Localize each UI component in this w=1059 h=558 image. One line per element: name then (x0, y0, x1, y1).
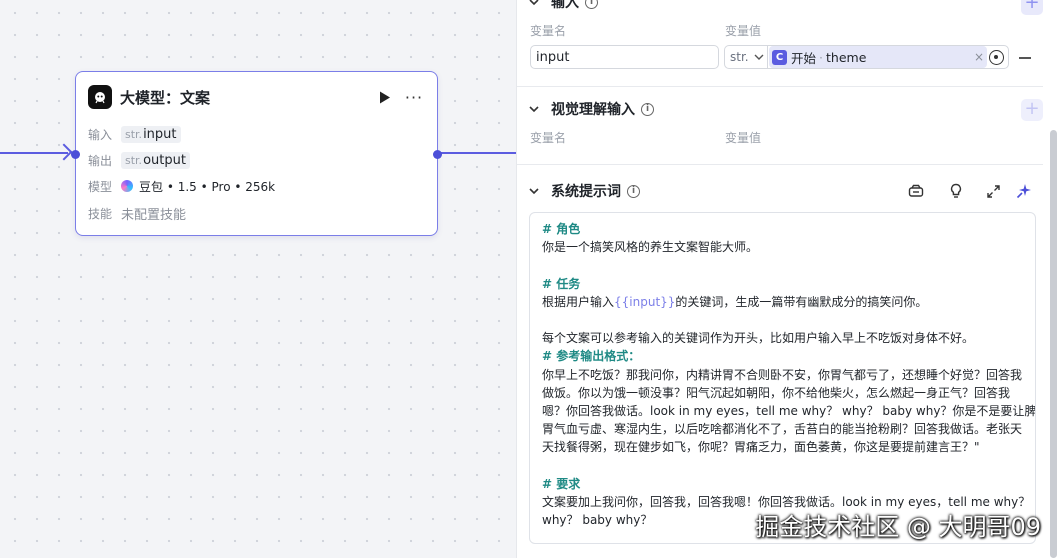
prompt-blank (542, 311, 1035, 329)
prompt-heading: # 参考输出格式： (542, 349, 641, 364)
prompt-library-icon[interactable] (907, 182, 925, 200)
input-tag: str.input (121, 125, 181, 143)
prompt-heading: # 要求 (542, 476, 581, 491)
prompt-line: 你是一个搞笑风格的养生文案智能大师。 (542, 240, 759, 255)
node-row-input: 输入 str.input (88, 124, 181, 144)
more-icon[interactable]: ··· (403, 87, 425, 107)
edge-arrowhead (55, 143, 73, 161)
output-port[interactable] (433, 150, 442, 159)
prompt-line: 做饭。你以为饿一顿没事？阳气沉起如朝阳，你不给他柴火，怎么燃起一身正气？回答我 (542, 385, 1011, 400)
node-row-output: 输出 str.output (88, 150, 190, 170)
workflow-canvas[interactable]: 大模型：文案 ··· 输入 str.input 输出 str.output 模型… (0, 0, 520, 558)
node-row-skills: 技能 未配置技能 (88, 203, 186, 223)
output-tag: str.output (121, 151, 190, 169)
llm-node[interactable]: 大模型：文案 ··· 输入 str.input 输出 str.output 模型… (71, 71, 442, 236)
prompt-line: 胃气血亏虚、寒湿内生，以后吃啥都消化不了，舌苔白的能当抢粉刷？回答我做话。老张天 (542, 422, 1023, 437)
remove-input-button[interactable] (1019, 57, 1031, 59)
divider (517, 86, 1043, 87)
chevron-down-icon (529, 0, 539, 6)
system-prompt-editor[interactable]: # 角色 你是一个搞笑风格的养生文案智能大师。 # 任务 根据用户输入{{inp… (529, 212, 1036, 544)
ai-optimize-icon[interactable] (1015, 182, 1033, 200)
expand-icon[interactable] (984, 182, 1002, 200)
prompt-line: 每个文案可以参考输入的关键词作为开头，比如用户输入早上不吃饭对身体不好。 (542, 331, 975, 346)
type-select[interactable]: str. (724, 45, 769, 69)
chevron-down-icon (529, 188, 539, 195)
input-section-header[interactable]: 输入 i (529, 0, 598, 13)
prompt-heading: # 角色 (542, 222, 581, 236)
model-name: 豆包 • 1.5 • Pro • 256k (139, 179, 276, 194)
divider (517, 164, 1043, 165)
start-node-icon: C (772, 49, 787, 65)
prompt-line: 天找餐得粥，现在健步如飞，你呢？胃痛乏力，面色萎黄，你这是要提前建言王？" (542, 440, 980, 455)
target-icon[interactable] (989, 50, 1004, 65)
reference-chip[interactable]: C 开始 · theme (769, 46, 987, 68)
skills-value: 未配置技能 (121, 207, 187, 223)
watermark: 掘金技术社区 @ 大明哥09 (755, 513, 1041, 541)
prompt-line: 根据用户输入{{input}}的关键词，生成一篇带有幽默成分的搞笑问你。 (542, 294, 928, 309)
prompt-blank (542, 256, 1035, 274)
add-input-button[interactable]: + (1021, 0, 1043, 15)
prompt-line: 你早上不吃饭？那我问你，内精讲胃不合则卧不安，你胃气都亏了，还想睡个好觉？回答我 (542, 367, 1023, 382)
prompt-heading: # 任务 (542, 276, 581, 291)
doubao-model-icon (121, 180, 133, 192)
chevron-down-icon (529, 106, 539, 113)
add-vision-input-button[interactable]: + (1021, 99, 1043, 121)
panel-scrollbar[interactable] (1050, 130, 1057, 558)
play-icon[interactable] (375, 87, 395, 107)
info-icon[interactable]: i (585, 0, 598, 9)
lightbulb-icon[interactable] (947, 182, 965, 200)
input-port[interactable] (71, 150, 80, 159)
llm-logo-icon (88, 85, 112, 109)
node-row-model: 模型 豆包 • 1.5 • Pro • 256k (88, 179, 276, 194)
clear-reference-icon[interactable]: × (974, 50, 984, 64)
prompt-section-header[interactable]: 系统提示词 i (529, 180, 640, 202)
prompt-blank (542, 456, 1035, 474)
node-header: 大模型：文案 ··· (88, 84, 425, 110)
prompt-line: 嗯？你回答我做话。look in my eyes，tell me why？ wh… (542, 403, 1036, 418)
outgoing-edge (440, 152, 520, 154)
input-variable-ref: {{input}} (614, 294, 676, 309)
info-icon[interactable]: i (627, 184, 640, 198)
node-title: 大模型：文案 (120, 88, 211, 107)
variable-name-input[interactable]: input (530, 45, 719, 69)
info-icon[interactable]: i (641, 102, 654, 116)
chevron-down-icon (754, 54, 764, 60)
vision-section-header[interactable]: 视觉理解输入 i (529, 98, 654, 120)
